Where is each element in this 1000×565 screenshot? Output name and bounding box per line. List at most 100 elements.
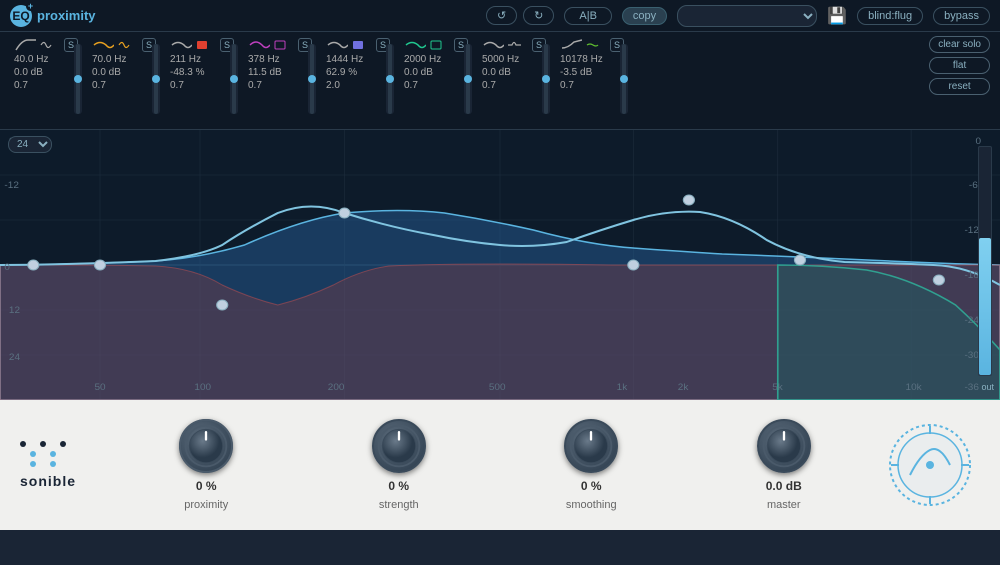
dot-7 — [30, 451, 36, 457]
band-3-handle[interactable] — [217, 300, 228, 310]
band-6-q: 0.7 — [404, 80, 418, 91]
master-knob-group: 0.0 dB master — [688, 419, 881, 511]
band-5-shape[interactable] — [326, 38, 348, 52]
band-3: S 211 Hz -48.3 % 0.7 — [166, 36, 238, 125]
band-5-q: 2.0 — [326, 80, 340, 91]
sonible-dots — [20, 441, 68, 469]
proximity-value: 0 % — [196, 479, 217, 493]
band-2-slider[interactable] — [152, 44, 160, 114]
save-icon[interactable]: 💾 — [827, 6, 847, 26]
redo-button[interactable]: ↻ — [523, 6, 554, 25]
dot-8 — [40, 451, 46, 457]
smoothing-value: 0 % — [581, 479, 602, 493]
output-meter — [978, 146, 992, 376]
db-label-r12: -12 — [964, 225, 978, 235]
dot-5 — [60, 441, 66, 447]
master-value: 0.0 dB — [766, 479, 802, 493]
band-7-q: 0.7 — [482, 80, 496, 91]
band-5-db: 62.9 % — [326, 67, 357, 78]
db-label-r36: -36 — [964, 382, 978, 392]
dot-9 — [50, 451, 56, 457]
band-4-slider[interactable] — [308, 44, 316, 114]
smoothing-knob[interactable] — [564, 419, 618, 473]
band-6-handle[interactable] — [683, 195, 694, 205]
band-5-freq: 1444 Hz — [326, 54, 363, 65]
dot-6 — [20, 451, 26, 457]
master-knob[interactable] — [757, 419, 811, 473]
blindflug-button[interactable]: blind:flug — [857, 7, 923, 25]
band-4-bar — [273, 38, 295, 52]
band-4-shape[interactable] — [248, 38, 270, 52]
dot-3 — [40, 441, 46, 447]
top-bar: EQ proximity ↺ ↻ A|B copy 💾 blind:flug b… — [0, 0, 1000, 32]
band-4-handle[interactable] — [339, 208, 350, 218]
band-8-handle[interactable] — [933, 275, 944, 285]
freq-5k: 5k — [772, 382, 783, 392]
band-4: S 378 Hz 11.5 dB 0.7 — [244, 36, 316, 125]
master-label: master — [767, 499, 801, 511]
sonible-logo: sonible — [20, 441, 110, 489]
band-2-q: 0.7 — [92, 80, 106, 91]
band-6-freq: 2000 Hz — [404, 54, 441, 65]
band-6-shape[interactable] — [404, 38, 426, 52]
zoom-select[interactable]: 24 ▾ 6 12 48 — [8, 136, 52, 153]
band-5-slider[interactable] — [386, 44, 394, 114]
band-2-handle[interactable] — [94, 260, 105, 270]
band-3-q: 0.7 — [170, 80, 184, 91]
smoothing-knob-group: 0 % smoothing — [495, 419, 688, 511]
band-2-wave — [117, 38, 139, 52]
db-label-r6: -6 — [969, 180, 978, 190]
undo-redo-group: ↺ ↻ — [486, 6, 554, 25]
bottom-panel: sonible 0 % — [0, 400, 1000, 530]
band-7-shape[interactable] — [482, 38, 504, 52]
freq-1k: 1k — [617, 382, 628, 392]
band-8-shape[interactable] — [560, 38, 582, 52]
dot-13 — [40, 461, 46, 467]
ab-button[interactable]: A|B — [564, 7, 612, 25]
band-4-freq: 378 Hz — [248, 54, 280, 65]
dot-11 — [20, 461, 26, 467]
logo-icon: EQ — [10, 5, 32, 27]
band-3-shape[interactable] — [170, 38, 192, 52]
band-8-db: -3.5 dB — [560, 67, 592, 78]
band-8-slider[interactable] — [620, 44, 628, 114]
reset-button[interactable]: reset — [929, 78, 990, 95]
sonible-text: sonible — [20, 473, 76, 489]
proximity-knob[interactable] — [179, 419, 233, 473]
undo-button[interactable]: ↺ — [486, 6, 517, 25]
clear-solo-button[interactable]: clear solo — [929, 36, 990, 53]
output-meter-fill — [979, 238, 991, 375]
smart-eq-logo — [880, 415, 980, 515]
preset-dropdown[interactable] — [677, 5, 817, 27]
band-1-slider[interactable] — [74, 44, 82, 114]
copy-button[interactable]: copy — [622, 7, 667, 25]
band-1-wave — [39, 38, 61, 52]
band-1-shape[interactable] — [14, 38, 36, 52]
band-2-shape[interactable] — [92, 38, 114, 52]
band-2: S 70.0 Hz 0.0 dB 0.7 — [88, 36, 160, 125]
band-5-handle[interactable] — [628, 260, 639, 270]
bypass-button[interactable]: bypass — [933, 7, 990, 25]
dot-1 — [20, 441, 26, 447]
band-6-db: 0.0 dB — [404, 67, 433, 78]
band-6-slider[interactable] — [464, 44, 472, 114]
smart-logo-svg — [885, 420, 975, 510]
freq-500: 500 — [489, 382, 506, 392]
band-5: S 1444 Hz 62.9 % 2.0 — [322, 36, 394, 125]
db-label-zero: 0 — [4, 262, 10, 272]
band-5-bar — [351, 38, 373, 52]
band-7-handle[interactable] — [794, 255, 805, 265]
strength-knob[interactable] — [372, 419, 426, 473]
band-3-slider[interactable] — [230, 44, 238, 114]
db-label-24: 24 — [9, 352, 20, 362]
out-label: out — [981, 382, 994, 392]
band-7-freq: 5000 Hz — [482, 54, 519, 65]
flat-button[interactable]: flat — [929, 57, 990, 74]
proximity-knob-group: 0 % proximity — [110, 419, 303, 511]
band-7-slider[interactable] — [542, 44, 550, 114]
band-7: S 5000 Hz 0.0 dB 0.7 — [478, 36, 550, 125]
band-4-q: 0.7 — [248, 80, 262, 91]
app-title: proximity — [37, 8, 96, 23]
band-1-handle[interactable] — [28, 260, 39, 270]
db-label-r18: -18 — [964, 270, 978, 280]
